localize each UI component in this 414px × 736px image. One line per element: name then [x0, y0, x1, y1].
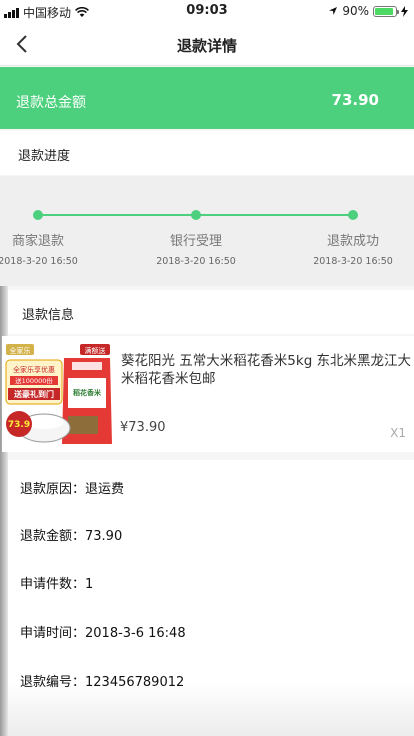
progress-step-refund-success: 退款成功 2018-3-20 16:50	[293, 210, 413, 267]
refund-reason: 退款原因：退运费	[20, 482, 125, 497]
page-title: 退款详情	[176, 37, 237, 55]
step-dot	[348, 210, 358, 220]
progress-section-header: 退款进度	[0, 131, 414, 175]
svg-text:全家乐: 全家乐	[10, 346, 31, 355]
refund-info-title: 退款信息	[22, 308, 75, 323]
progress-step-bank-accepted: 银行受理 2018-3-20 16:50	[136, 210, 256, 267]
progress-title: 退款进度	[18, 149, 71, 164]
svg-text:73.9: 73.9	[8, 420, 30, 430]
apply-time: 申请时间：2018-3-6 16:48	[20, 626, 186, 641]
step-time: 2018-3-20 16:50	[313, 256, 393, 267]
product-name[interactable]: 葵花阳光 五常大米稻花香米5kg 东北米黑龙江大米稻花香米包邮	[121, 352, 413, 388]
svg-text:送豪礼到门: 送豪礼到门	[13, 389, 54, 399]
battery-icon	[373, 5, 399, 17]
svg-text:全家乐享优惠: 全家乐享优惠	[13, 365, 55, 374]
refund-progress: 商家退款 2018-3-20 16:50 银行受理 2018-3-20 16:5…	[0, 176, 414, 286]
refund-detail-list: 退款原因：退运费 退款金额：73.90 申请件数：1 申请时间：2018-3-6…	[8, 460, 414, 736]
refund-number: 退款编号：123456789012	[20, 675, 185, 690]
step-label: 退款成功	[326, 234, 379, 249]
refund-total-label: 退款总金额	[16, 95, 86, 111]
apply-quantity: 申请件数：1	[20, 577, 94, 592]
svg-text:满额送: 满额送	[85, 346, 106, 355]
status-right: 90%	[328, 4, 408, 18]
charging-icon	[401, 5, 408, 17]
svg-text:送100000份: 送100000份	[15, 376, 53, 385]
nav-bar: 退款详情	[0, 22, 414, 66]
battery-percent: 90%	[342, 4, 369, 18]
product-image: 全家乐 满额送 全家乐享优惠 送100000份 送豪礼到门 稻花香米 73.9	[2, 336, 118, 452]
location-arrow-icon	[329, 7, 338, 15]
refund-amount: 退款金额：73.90	[20, 529, 123, 544]
step-label: 商家退款	[11, 234, 64, 249]
progress-step-merchant-refund: 商家退款 2018-3-20 16:50	[0, 210, 98, 267]
product-price: ¥73.90	[120, 420, 166, 435]
step-dot	[191, 210, 201, 220]
status-bar: 中国移动 09:03 90%	[0, 0, 414, 22]
refund-total-bar: 退款总金额 73.90	[0, 67, 414, 129]
product-quantity: X1	[390, 426, 406, 440]
step-time: 2018-3-20 16:50	[156, 256, 236, 267]
step-dot	[33, 210, 43, 220]
product-card[interactable]: 全家乐 满额送 全家乐享优惠 送100000份 送豪礼到门 稻花香米 73.9 …	[2, 336, 414, 452]
chevron-left-icon	[16, 35, 27, 53]
back-button[interactable]	[10, 32, 34, 56]
refund-info-header: 退款信息	[8, 290, 414, 334]
step-time: 2018-3-20 16:50	[0, 256, 78, 267]
svg-text:稻花香米: 稻花香米	[73, 388, 102, 397]
battery-level	[375, 7, 393, 15]
step-label: 银行受理	[169, 234, 222, 249]
refund-total-amount: 73.90	[331, 91, 379, 109]
